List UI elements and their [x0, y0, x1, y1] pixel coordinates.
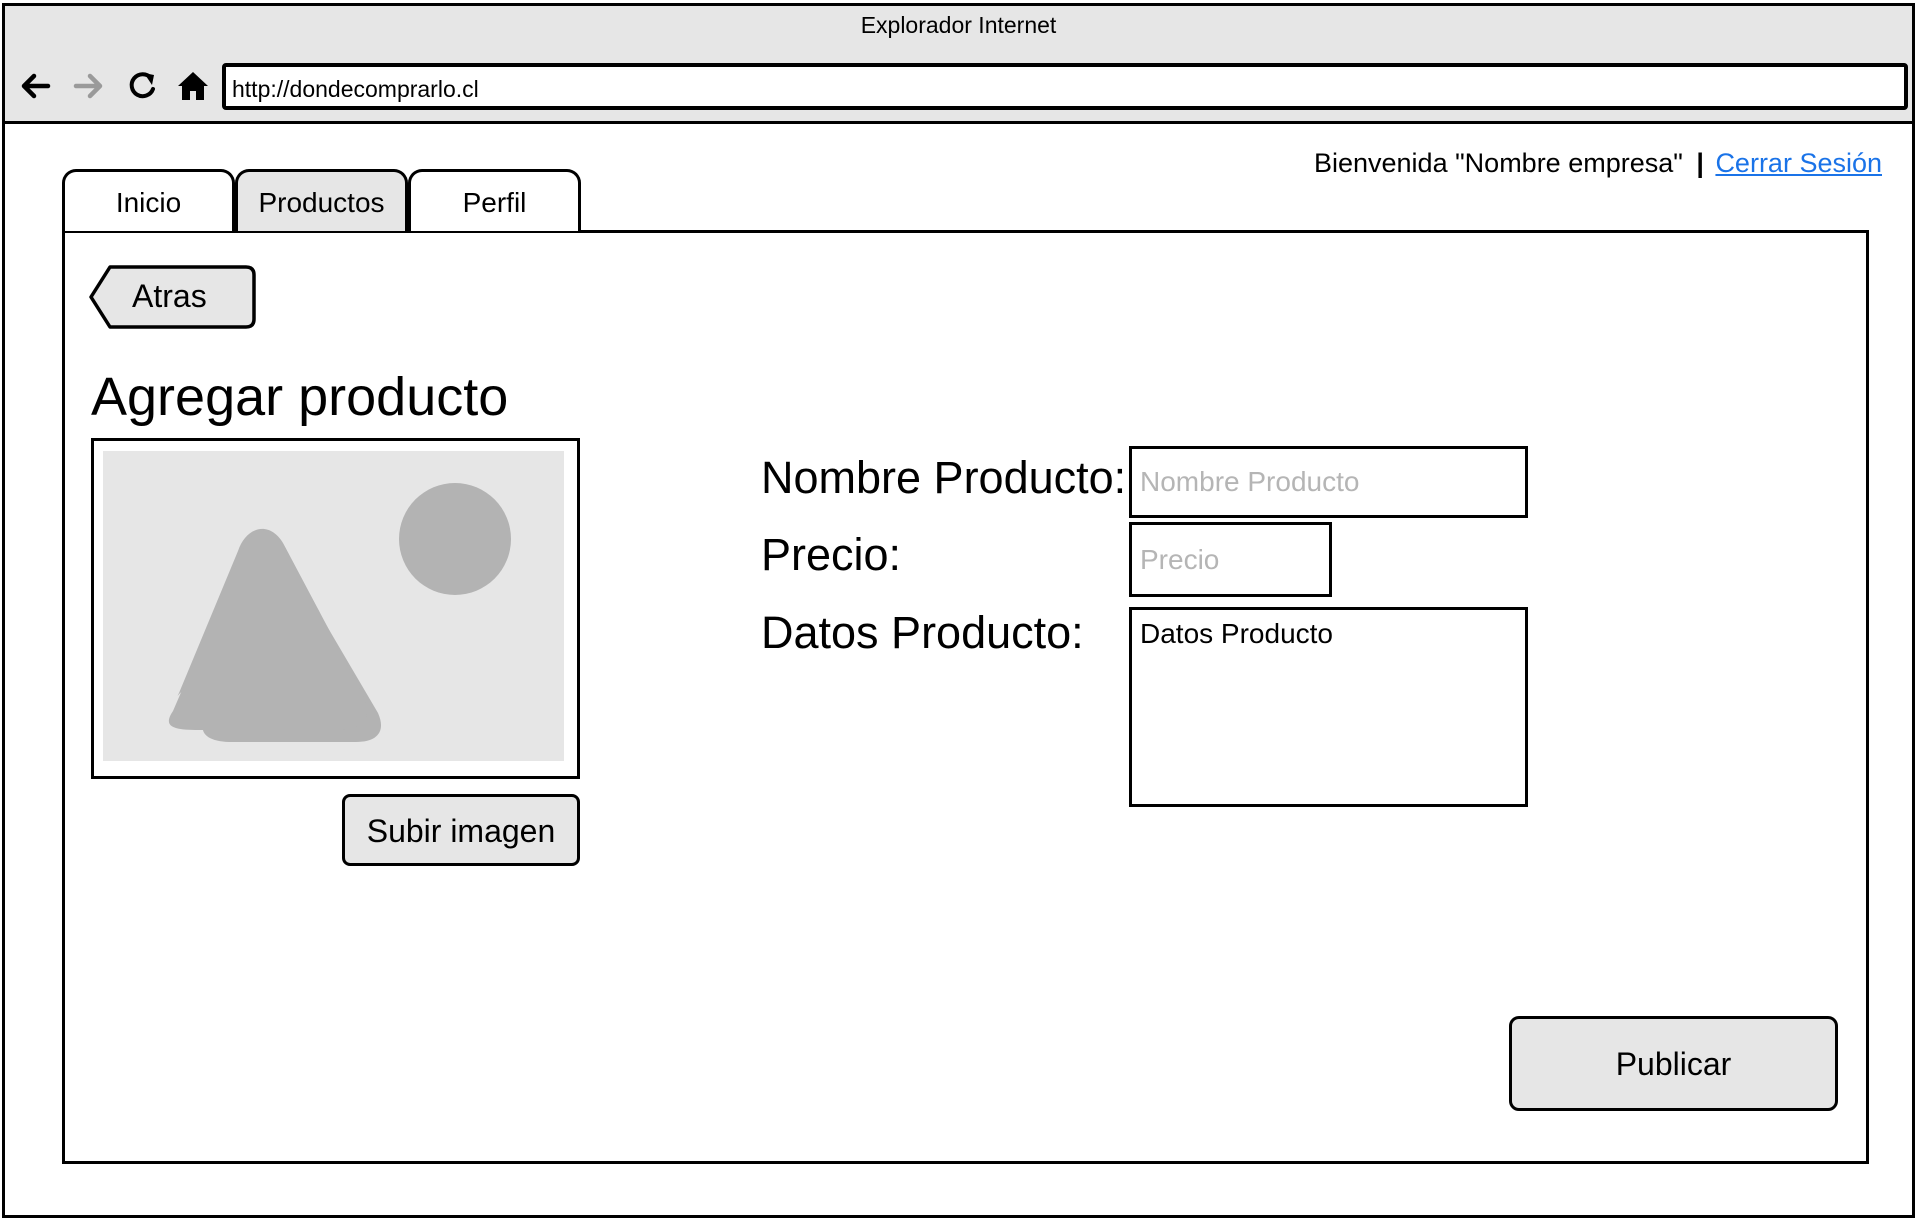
- details-label: Datos Producto:: [761, 607, 1084, 658]
- price-label: Precio:: [761, 529, 902, 580]
- window-title: Explorador Internet: [860, 12, 1057, 38]
- logout-link[interactable]: Cerrar Sesión: [1715, 148, 1882, 178]
- back-button[interactable]: Atras: [88, 264, 258, 330]
- tab-perfil[interactable]: Perfil: [408, 169, 581, 231]
- browser-toolbar: Explorador Internet http://dondecomprarl…: [5, 6, 1912, 124]
- arrow-right-icon[interactable]: [72, 69, 106, 103]
- browser-window: Explorador Internet http://dondecomprarl…: [2, 3, 1915, 1218]
- separator: |: [1696, 148, 1704, 178]
- page-title: Agregar producto: [91, 367, 509, 427]
- upload-image-button[interactable]: Subir imagen: [342, 794, 580, 866]
- tab-inicio[interactable]: Inicio: [62, 169, 235, 231]
- publish-button[interactable]: Publicar: [1509, 1016, 1838, 1111]
- tab-label: Productos: [258, 187, 385, 218]
- back-button-label: Atras: [132, 278, 207, 314]
- tab-label: Inicio: [115, 187, 182, 218]
- tab-label: Perfil: [462, 187, 527, 218]
- reload-icon[interactable]: [125, 69, 159, 103]
- publish-label: Publicar: [1615, 1046, 1732, 1082]
- tab-productos[interactable]: Productos: [235, 169, 408, 231]
- price-input[interactable]: [1129, 522, 1332, 597]
- product-name-input[interactable]: [1129, 446, 1528, 518]
- product-image-frame: [91, 438, 580, 779]
- upload-image-label: Subir imagen: [366, 813, 556, 849]
- image-placeholder-icon: [103, 451, 564, 761]
- arrow-left-icon[interactable]: [18, 69, 52, 103]
- name-label: Nombre Producto:: [761, 452, 1127, 503]
- address-bar[interactable]: http://dondecomprarlo.cl: [222, 63, 1908, 110]
- home-icon[interactable]: [176, 69, 210, 103]
- welcome-text: Bienvenida "Nombre empresa": [1313, 148, 1683, 178]
- welcome-bar: Bienvenida "Nombre empresa" | Cerrar Ses…: [1314, 148, 1882, 179]
- product-details-textarea[interactable]: Datos Producto: [1129, 607, 1528, 807]
